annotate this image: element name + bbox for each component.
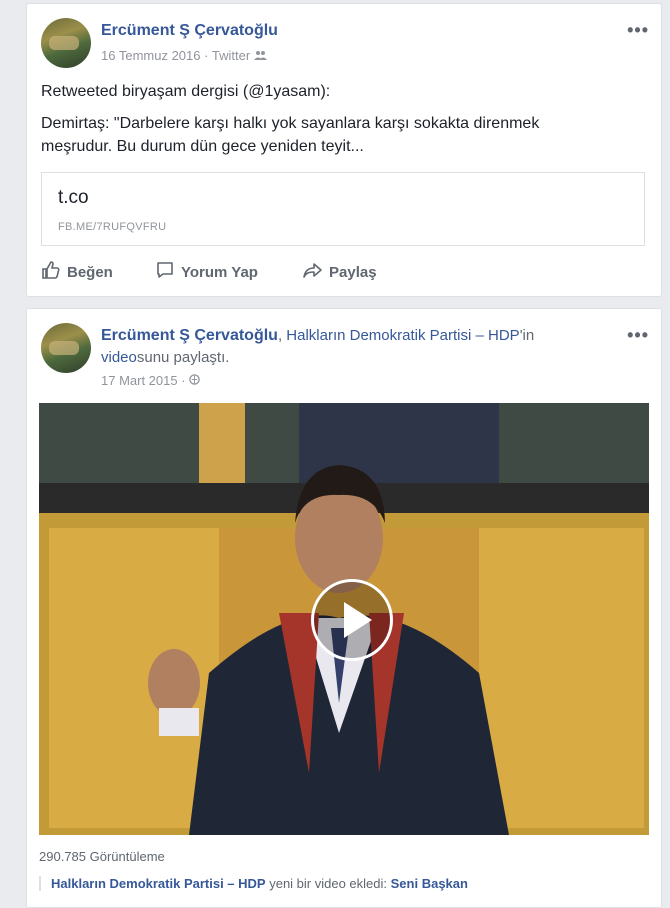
retweet-line: Retweeted biryaşam dergisi (@1yasam):	[41, 83, 331, 100]
post-card: Ercüment Ş Çervatoğlu, Halkların Demokra…	[26, 308, 662, 908]
post-card: Ercüment Ş Çervatoğlu 16 Temmuz 2016 · T…	[26, 3, 662, 297]
comment-label: Yorum Yap	[181, 263, 258, 281]
avatar[interactable]	[41, 323, 91, 373]
author-name[interactable]: Ercüment Ş Çervatoğlu	[101, 327, 278, 344]
separator: ·	[204, 48, 209, 63]
shared-video-title[interactable]: Seni Başkan	[391, 876, 468, 891]
shared-text: yeni bir video ekledi:	[269, 876, 388, 891]
post-meta: 17 Mart 2015 ·	[101, 373, 200, 388]
share-label: Paylaş	[329, 263, 377, 281]
quote-line-2: meşrudur. Bu durum dün gece yeniden teyi…	[41, 138, 364, 155]
more-options-button[interactable]: •••	[627, 325, 649, 346]
thumbs-up-icon	[41, 260, 61, 284]
quote-line-1: Demirtaş: "Darbelere karşı halkı yok say…	[41, 115, 540, 132]
globe-icon	[189, 373, 200, 388]
separator: ·	[181, 373, 186, 388]
link-preview[interactable]: t.co FB.ME/7RUFQVFRU	[41, 172, 645, 246]
link-url: FB.ME/7RUFQVFRU	[58, 221, 167, 233]
shared-page-link[interactable]: Halkların Demokratik Partisi – HDP	[51, 876, 266, 891]
share-text: sunu paylaştı.	[136, 349, 230, 366]
page-link[interactable]: Halkların Demokratik Partisi – HDP	[286, 327, 519, 344]
video-player[interactable]	[39, 403, 649, 835]
comment-icon	[155, 260, 175, 284]
post-header: Ercüment Ş Çervatoğlu, Halkların Demokra…	[101, 327, 535, 366]
post-source: Twitter	[211, 48, 251, 63]
quote-text: Demirtaş: "Darbelere karşı halkı yok say…	[41, 112, 539, 158]
avatar[interactable]	[41, 18, 91, 68]
shared-attachment[interactable]: Halkların Demokratik Partisi – HDP yeni …	[39, 876, 468, 891]
view-count[interactable]: 290.785 Görüntüleme	[39, 849, 165, 864]
video-link[interactable]: video	[101, 349, 137, 366]
author-name[interactable]: Ercüment Ş Çervatoğlu	[101, 22, 278, 40]
friends-icon	[253, 48, 267, 63]
post-date[interactable]: 16 Temmuz 2016	[101, 48, 201, 63]
play-button[interactable]	[311, 579, 393, 661]
share-button[interactable]: Paylaş	[303, 260, 377, 284]
comment-button[interactable]: Yorum Yap	[155, 260, 258, 284]
more-options-button[interactable]: •••	[627, 20, 649, 41]
like-button[interactable]: Beğen	[41, 260, 113, 284]
like-label: Beğen	[67, 263, 113, 281]
post-date[interactable]: 17 Mart 2015	[101, 373, 178, 388]
share-arrow-icon	[303, 260, 323, 284]
link-title[interactable]: t.co	[58, 187, 89, 209]
post-meta: 16 Temmuz 2016 · Twitter	[101, 48, 267, 63]
possessive-suffix: 'in	[519, 327, 535, 344]
